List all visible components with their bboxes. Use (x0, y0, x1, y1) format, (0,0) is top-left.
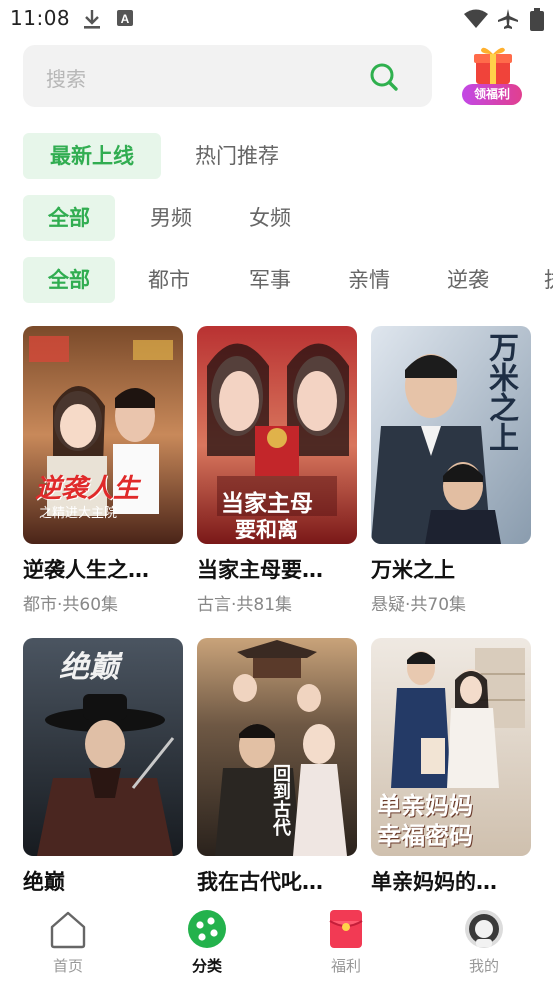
drama-meta: 悬疑·共70集 (371, 595, 467, 615)
tab-genre-more[interactable]: 执 (522, 257, 553, 303)
drama-title: 绝巅 (23, 870, 65, 894)
drama-card[interactable]: 绝巅 绝巅 (23, 638, 183, 902)
search-icon[interactable] (369, 62, 399, 92)
genre-tabs: 全部 都市 军事 亲情 逆袭 执 (0, 257, 553, 303)
nav-profile[interactable]: 我的 (444, 909, 524, 976)
drama-card[interactable]: 当家主母 要和离 当家主母要… 古言·共81集 (197, 326, 357, 615)
drama-poster[interactable]: 万米之上 (371, 326, 531, 544)
svg-text:A: A (121, 12, 130, 26)
nav-category-label: 分类 (191, 957, 222, 975)
gender-tabs: 全部 男频 女频 (0, 195, 553, 241)
drama-poster[interactable]: 当家主母 要和离 (197, 326, 357, 544)
nav-home[interactable]: 首页 (28, 909, 108, 976)
drama-title: 我在古代叱… (197, 870, 323, 894)
poster-subtitle-text: 幸福密码 (377, 822, 473, 850)
tab-genre-family[interactable]: 亲情 (323, 257, 415, 303)
drama-card[interactable]: 回到古代 我在古代叱… (197, 638, 357, 902)
tab-latest[interactable]: 最新上线 (23, 133, 161, 179)
drama-title: 当家主母要… (197, 558, 323, 582)
drama-title: 逆袭人生之… (23, 558, 149, 582)
search-input[interactable]: 搜索 (23, 45, 432, 107)
drama-poster[interactable]: 单亲妈妈 幸福密码 (371, 638, 531, 856)
nav-category[interactable]: 分类 (167, 909, 247, 976)
gift-label: 领福利 (462, 84, 522, 105)
poster-title-text: 绝巅 (59, 650, 119, 685)
category-icon (187, 909, 227, 949)
tab-genre-urban[interactable]: 都市 (123, 257, 215, 303)
tab-popular[interactable]: 热门推荐 (172, 133, 302, 179)
home-icon (48, 909, 88, 949)
nav-home-label: 首页 (52, 957, 83, 975)
nav-welfare[interactable]: 福利 (306, 909, 386, 976)
font-icon: A (116, 8, 134, 32)
welfare-gift-button[interactable]: 领福利 (462, 44, 524, 108)
tab-gender-all[interactable]: 全部 (23, 195, 115, 241)
nav-profile-label: 我的 (468, 957, 499, 975)
poster-title-text: 逆袭人生 (35, 474, 140, 504)
poster-title-text: 回到古代 (270, 764, 291, 836)
tab-gender-male[interactable]: 男频 (125, 195, 217, 241)
tab-gender-female[interactable]: 女频 (224, 195, 316, 241)
drama-poster[interactable]: 回到古代 (197, 638, 357, 856)
status-bar: 11:08 A (0, 0, 553, 36)
poster-subtitle-text: 之精进大主院 (39, 506, 118, 521)
bottom-nav: 首页 分类 福利 我的 (0, 897, 553, 983)
drama-title: 单亲妈妈的… (371, 870, 497, 894)
sort-tabs: 最新上线 热门推荐 (0, 133, 553, 179)
nav-welfare-label: 福利 (330, 957, 361, 975)
drama-card[interactable]: 单亲妈妈 幸福密码 单亲妈妈的… (371, 638, 531, 902)
drama-card[interactable]: 逆袭人生 之精进大主院 逆袭人生之… 都市·共60集 (23, 326, 183, 615)
drama-poster[interactable]: 绝巅 (23, 638, 183, 856)
poster-subtitle-text: 要和离 (235, 518, 298, 542)
drama-meta: 古言·共81集 (197, 595, 293, 615)
tab-genre-military[interactable]: 军事 (224, 257, 316, 303)
tab-genre-comeback[interactable]: 逆袭 (422, 257, 514, 303)
poster-title-text: 万米之上 (483, 332, 518, 452)
tab-genre-all[interactable]: 全部 (23, 257, 115, 303)
download-icon (82, 8, 102, 34)
airplane-icon (497, 8, 519, 34)
drama-poster[interactable]: 逆袭人生 之精进大主院 (23, 326, 183, 544)
profile-icon (464, 909, 504, 949)
status-time: 11:08 (10, 6, 71, 30)
drama-meta: 都市·共60集 (23, 595, 119, 615)
search-placeholder: 搜索 (46, 67, 86, 91)
red-envelope-icon (326, 909, 366, 949)
wifi-icon (463, 8, 489, 34)
drama-card[interactable]: 万米之上 万米之上 悬疑·共70集 (371, 326, 531, 615)
poster-title-text: 当家主母 (221, 491, 313, 517)
drama-title: 万米之上 (371, 558, 455, 582)
app-screen: 11:08 A 搜索 领福利 最新上线 热门推荐 全部 男频 女频 全部 都市 … (0, 0, 553, 983)
battery-icon (530, 8, 544, 36)
